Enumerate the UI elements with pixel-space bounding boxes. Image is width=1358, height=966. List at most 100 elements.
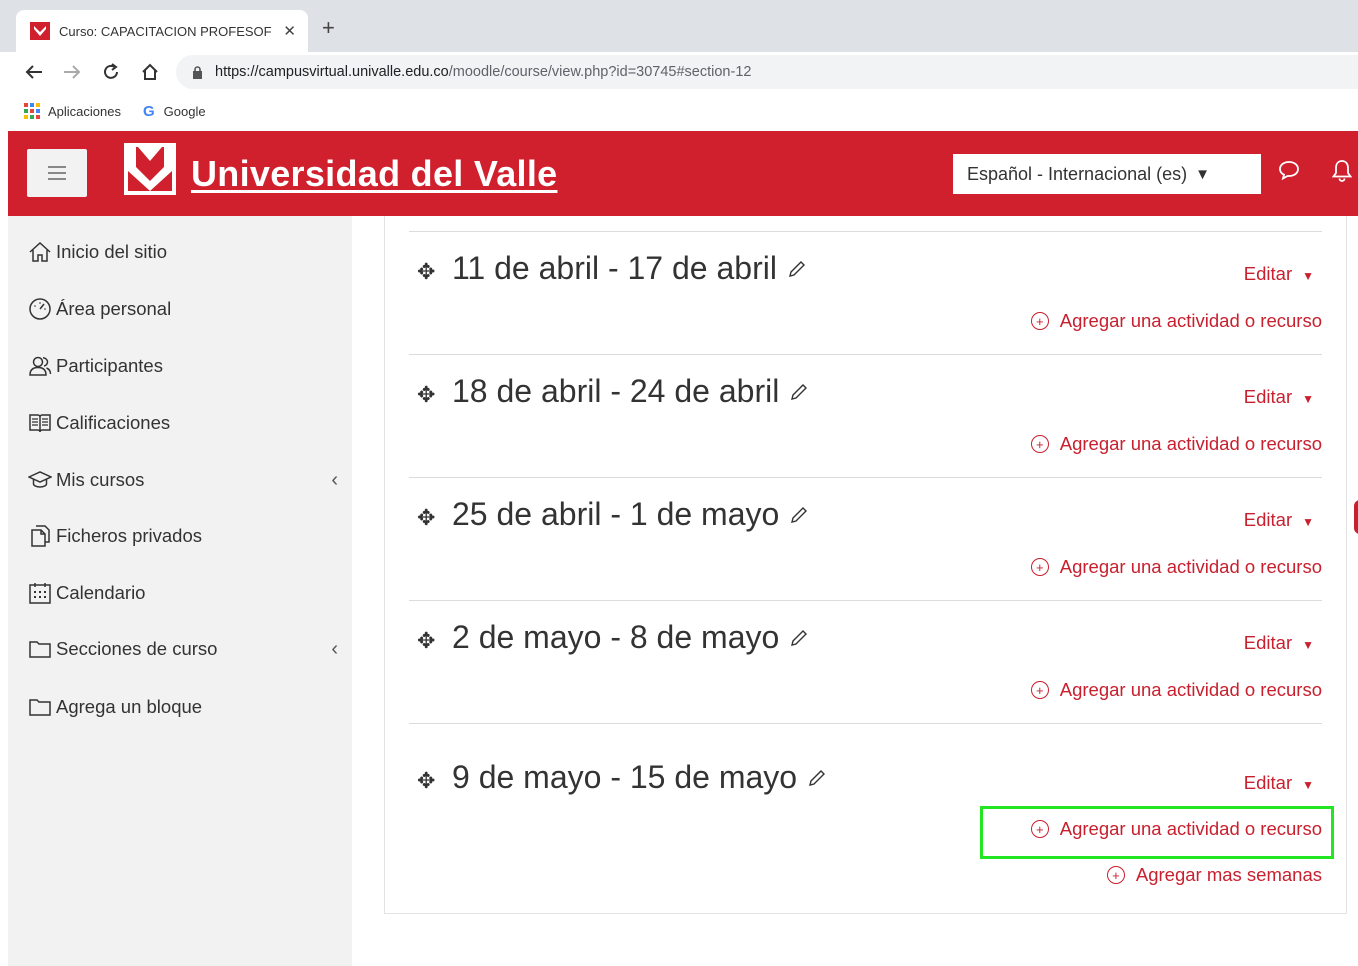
sidebar-item-area-personal[interactable]: Área personal bbox=[28, 294, 338, 324]
hamburger-icon bbox=[48, 166, 66, 180]
reload-button[interactable] bbox=[97, 58, 125, 86]
edit-label: Editar bbox=[1243, 509, 1293, 530]
pencil-edit-icon[interactable] bbox=[789, 628, 809, 648]
home-icon bbox=[29, 241, 51, 262]
browser-tab[interactable]: Curso: CAPACITACION PROFESOF ✕ bbox=[16, 10, 308, 52]
edit-menu-button[interactable]: Editar ▼ bbox=[1244, 509, 1314, 531]
pencil-edit-icon[interactable] bbox=[807, 768, 827, 788]
add-activity-label: Agregar una actividad o recurso bbox=[1059, 433, 1322, 454]
section-title-text: 18 de abril - 24 de abril bbox=[452, 373, 780, 409]
pencil-edit-icon[interactable] bbox=[789, 505, 809, 525]
sidebar-item-label: Participantes bbox=[56, 355, 163, 376]
section-title-text: 25 de abril - 1 de mayo bbox=[452, 496, 780, 532]
univalle-logo-icon[interactable] bbox=[124, 143, 176, 195]
site-header: Universidad del Valle Español - Internac… bbox=[8, 131, 1358, 216]
edit-label: Editar bbox=[1243, 632, 1293, 653]
bookmark-apps-label: Aplicaciones bbox=[48, 103, 121, 119]
edit-menu-button[interactable]: Editar ▼ bbox=[1244, 263, 1314, 285]
home-button[interactable] bbox=[136, 58, 164, 86]
move-icon[interactable]: ✥ bbox=[417, 768, 435, 794]
bookmark-apps[interactable]: Aplicaciones bbox=[24, 103, 121, 119]
move-icon[interactable]: ✥ bbox=[417, 382, 435, 408]
section-title: 18 de abril - 24 de abril bbox=[452, 373, 809, 410]
section-title: 9 de mayo - 15 de mayo bbox=[452, 759, 827, 796]
section-title-text: 9 de mayo - 15 de mayo bbox=[452, 759, 798, 795]
add-activity-label: Agregar una actividad o recurso bbox=[1059, 679, 1322, 700]
sidebar-item-calendario[interactable]: Calendario bbox=[28, 578, 338, 608]
forward-arrow-icon bbox=[64, 65, 81, 79]
browser-home-icon bbox=[142, 63, 158, 80]
forward-button[interactable] bbox=[58, 58, 86, 86]
tab-title: Curso: CAPACITACION PROFESOF bbox=[59, 23, 272, 39]
section-title-text: 2 de mayo - 8 de mayo bbox=[452, 619, 780, 655]
url-text: https://campusvirtual.univalle.edu.co/mo… bbox=[215, 64, 751, 80]
sidebar-item-label: Mis cursos bbox=[56, 469, 145, 490]
sidebar-item-agrega-bloque[interactable]: Agrega un bloque bbox=[28, 692, 338, 722]
plus-circle-icon: + bbox=[1030, 435, 1049, 453]
section-title-text: 11 de abril - 17 de abril bbox=[452, 250, 777, 286]
new-tab-button[interactable]: + bbox=[322, 16, 335, 40]
site-brand-link[interactable]: Universidad del Valle bbox=[191, 153, 557, 195]
add-activity-link[interactable]: + Agregar una actividad o recurso bbox=[1030, 679, 1322, 701]
chevron-left-icon[interactable]: ‹ bbox=[331, 638, 338, 661]
edit-label: Editar bbox=[1243, 386, 1293, 407]
sidebar-item-inicio[interactable]: Inicio del sitio bbox=[28, 237, 338, 267]
course-section: ✥ 11 de abril - 17 de abril Editar ▼ + Agr… bbox=[409, 232, 1322, 354]
sidebar-item-label: Secciones de curso bbox=[56, 638, 218, 659]
caret-down-icon: ▼ bbox=[1302, 392, 1314, 406]
notifications-bell-icon[interactable] bbox=[1332, 159, 1352, 183]
back-button[interactable] bbox=[20, 58, 48, 86]
lock-icon bbox=[193, 65, 202, 79]
calendar-icon bbox=[29, 583, 51, 604]
caret-down-icon: ▼ bbox=[1302, 778, 1314, 792]
sidebar-item-ficheros[interactable]: Ficheros privados bbox=[28, 521, 338, 551]
browser-tab-strip: Curso: CAPACITACION PROFESOF ✕ + bbox=[0, 0, 1358, 52]
course-section: ✥ 18 de abril - 24 de abril Editar ▼ + Agr… bbox=[409, 355, 1322, 477]
add-activity-link[interactable]: + Agregar una actividad o recurso bbox=[1030, 433, 1322, 455]
messages-icon[interactable] bbox=[1278, 159, 1300, 181]
dashboard-icon bbox=[29, 298, 51, 320]
move-icon[interactable]: ✥ bbox=[417, 628, 435, 654]
url-path: /moodle/course/view.php?id=30745#section… bbox=[448, 64, 752, 80]
folder-icon bbox=[29, 641, 51, 658]
pencil-edit-icon[interactable] bbox=[789, 382, 809, 402]
menu-toggle-button[interactable] bbox=[27, 149, 87, 197]
pencil-edit-icon[interactable] bbox=[787, 259, 807, 279]
edit-menu-button[interactable]: Editar ▼ bbox=[1244, 772, 1314, 794]
section-title: 2 de mayo - 8 de mayo bbox=[452, 619, 809, 656]
sidebar-item-label: Calificaciones bbox=[56, 412, 171, 433]
move-icon[interactable]: ✥ bbox=[417, 505, 435, 531]
dropdown-caret-icon: ▼ bbox=[1195, 165, 1210, 183]
sidebar-item-mis-cursos[interactable]: Mis cursos ‹ bbox=[28, 465, 338, 495]
close-tab-icon[interactable]: ✕ bbox=[283, 22, 296, 40]
sidebar-item-calificaciones[interactable]: Calificaciones bbox=[28, 408, 338, 438]
edit-menu-button[interactable]: Editar ▼ bbox=[1244, 632, 1314, 654]
graduation-cap-icon bbox=[28, 471, 52, 488]
floating-drawer-tab[interactable] bbox=[1354, 500, 1358, 534]
add-weeks-label: Agregar mas semanas bbox=[1135, 864, 1322, 885]
nav-drawer: Inicio del sitio Área personal Participa… bbox=[8, 216, 352, 966]
language-selector[interactable]: Español - Internacional (es) ▼ bbox=[953, 154, 1261, 194]
bookmark-google[interactable]: G Google bbox=[143, 103, 206, 120]
apps-grid-icon bbox=[24, 103, 40, 119]
add-activity-link[interactable]: + Agregar una actividad o recurso bbox=[1030, 556, 1322, 578]
reload-icon bbox=[104, 63, 118, 79]
section-title: 11 de abril - 17 de abril bbox=[452, 250, 807, 287]
add-weeks-link[interactable]: + Agregar mas semanas bbox=[1106, 864, 1322, 886]
users-icon bbox=[29, 356, 52, 376]
add-activity-label: Agregar una actividad o recurso bbox=[1059, 556, 1322, 577]
caret-down-icon: ▼ bbox=[1302, 515, 1314, 529]
address-bar[interactable]: https://campusvirtual.univalle.edu.co/mo… bbox=[176, 55, 1358, 89]
move-icon[interactable]: ✥ bbox=[417, 259, 435, 285]
back-arrow-icon bbox=[25, 65, 42, 79]
sidebar-item-secciones[interactable]: Secciones de curso ‹ bbox=[28, 634, 338, 664]
add-activity-link[interactable]: + Agregar una actividad o recurso bbox=[1030, 310, 1322, 332]
caret-down-icon: ▼ bbox=[1302, 638, 1314, 652]
course-section: ✥ 2 de mayo - 8 de mayo Editar ▼ + Agregar… bbox=[409, 601, 1322, 723]
plus-circle-icon: + bbox=[1030, 681, 1049, 699]
chevron-left-icon[interactable]: ‹ bbox=[331, 469, 338, 492]
edit-menu-button[interactable]: Editar ▼ bbox=[1244, 386, 1314, 408]
sidebar-item-participantes[interactable]: Participantes bbox=[28, 351, 338, 381]
language-label: Español - Internacional (es) bbox=[967, 163, 1188, 184]
add-activity-label: Agregar una actividad o recurso bbox=[1059, 310, 1322, 331]
